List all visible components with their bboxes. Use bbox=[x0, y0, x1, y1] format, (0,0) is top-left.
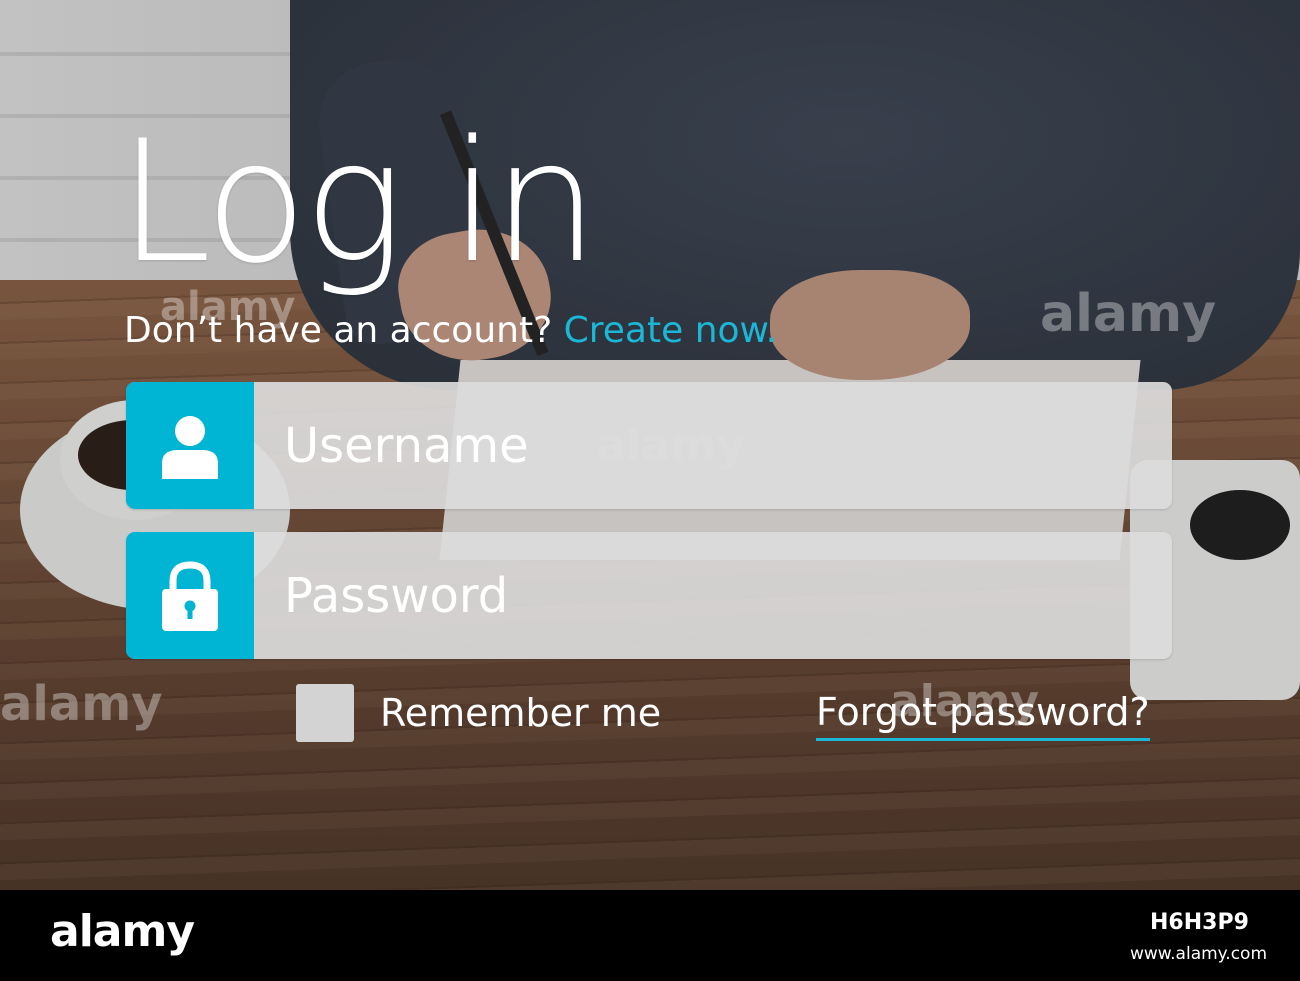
watermark-footer bbox=[0, 890, 1300, 981]
password-icon-box bbox=[126, 532, 254, 659]
page-title: Log in bbox=[118, 104, 599, 300]
lock-icon bbox=[162, 560, 218, 631]
watermark-url: www.alamy.com bbox=[1130, 944, 1268, 964]
user-icon bbox=[162, 415, 218, 479]
password-field[interactable] bbox=[126, 532, 1172, 659]
watermark: alamy bbox=[0, 676, 163, 732]
signup-prompt-text: Don’t have an account? bbox=[124, 310, 553, 351]
password-input[interactable] bbox=[254, 532, 1172, 659]
remember-me-label[interactable]: Remember me bbox=[380, 691, 661, 735]
remember-me-checkbox[interactable] bbox=[296, 684, 354, 742]
watermark-logo: alamy bbox=[50, 906, 195, 957]
image-code: H6H3P9 bbox=[1150, 910, 1249, 935]
watermark: alamy bbox=[1040, 284, 1217, 344]
username-input[interactable] bbox=[254, 382, 1172, 509]
username-field[interactable] bbox=[126, 382, 1172, 509]
login-screen: alamy alamy alamy alamy alamy Log in Don… bbox=[0, 0, 1300, 981]
signup-prompt: Don’t have an account? Create now. bbox=[124, 310, 777, 351]
username-icon-box bbox=[126, 382, 254, 509]
create-account-link[interactable]: Create now. bbox=[564, 310, 778, 351]
remember-me: Remember me bbox=[296, 684, 661, 742]
forgot-password-link[interactable]: Forgot password? bbox=[816, 690, 1150, 741]
